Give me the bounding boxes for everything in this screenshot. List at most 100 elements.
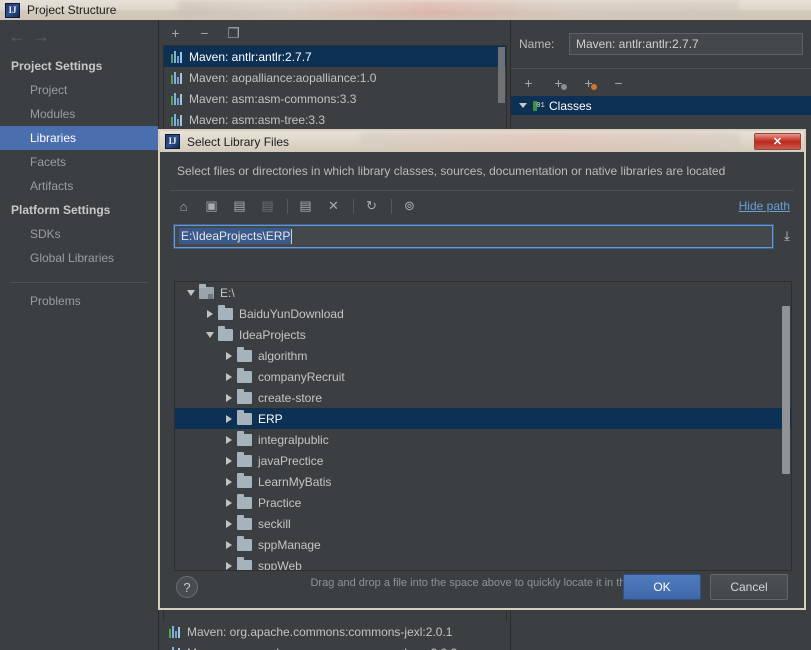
sidebar-item-modules[interactable]: Modules	[0, 102, 158, 126]
javadoc-dot-icon	[591, 83, 597, 90]
library-list-item[interactable]: Maven: aopalliance:aopalliance:1.0	[164, 67, 506, 88]
close-icon[interactable]: ✕	[754, 133, 801, 150]
chevron-down-icon[interactable]	[519, 103, 527, 108]
intellij-idea-icon: IJ	[165, 134, 180, 149]
intellij-idea-icon: IJ	[5, 2, 20, 18]
select-library-files-dialog: IJ Select Library Files ✕ Select files o…	[158, 129, 806, 610]
folder-icon	[237, 367, 252, 383]
library-list-item[interactable]: Maven: asm:asm-tree:3.3	[164, 109, 506, 130]
chevron-right-icon[interactable]	[221, 477, 237, 486]
library-name-input[interactable]: Maven: antlr:antlr:2.7.7	[569, 33, 803, 55]
file-tree-scrollbar[interactable]	[782, 306, 790, 474]
back-arrow-icon[interactable]: ←	[6, 28, 28, 46]
chevron-right-icon[interactable]	[202, 309, 218, 318]
tree-item-integralpublic[interactable]: integralpublic	[175, 429, 791, 450]
tree-item-algorithm[interactable]: algorithm	[175, 345, 791, 366]
os-window-titlebar: IJ Project Structure	[0, 0, 811, 20]
tree-item-label: companyRecruit	[258, 369, 345, 384]
sidebar-item-project[interactable]: Project	[0, 78, 158, 102]
minus-glyph: −	[614, 74, 623, 91]
tree-item-learnmybatis[interactable]: LearnMyBatis	[175, 471, 791, 492]
desktop-icon[interactable]: ▣	[202, 197, 221, 216]
tree-item-label: create-store	[258, 390, 323, 405]
tree-item-companyrecruit[interactable]: companyRecruit	[175, 366, 791, 387]
library-list-item[interactable]: Maven: antlr:antlr:2.7.7	[164, 46, 506, 67]
chevron-right-icon[interactable]	[221, 456, 237, 465]
sidebar-item-libraries[interactable]: Libraries	[0, 126, 158, 150]
remove-library-button[interactable]: −	[197, 26, 212, 40]
add-library-button[interactable]: +	[168, 26, 183, 40]
tree-item-seckill[interactable]: seckill	[175, 513, 791, 534]
path-history-dropdown-icon[interactable]: ⤓	[780, 228, 794, 244]
dialog-description: Select files or directories in which lib…	[177, 164, 726, 178]
chevron-right-icon[interactable]	[221, 414, 237, 423]
path-input[interactable]: E:\IdeaProjects\ERP	[173, 223, 774, 249]
tree-item-label: E:\	[220, 285, 235, 300]
library-list-item[interactable]: Maven: asm:asm-commons:3.3	[164, 88, 506, 109]
jar-icon	[171, 71, 184, 84]
sidebar-group-project-settings: Project Settings	[11, 59, 103, 73]
add-javadoc-button[interactable]: +	[581, 75, 597, 91]
name-label: Name:	[519, 37, 555, 51]
tree-node-classes[interactable]: 01 Classes	[511, 96, 811, 115]
library-list-item[interactable]: Maven: org.apache.commons:commons-lang:2…	[162, 642, 510, 650]
file-tree[interactable]: E:\ BaiduYunDownload IdeaProjects algori…	[174, 281, 792, 571]
tree-item-ideaprojects[interactable]: IdeaProjects	[175, 324, 791, 345]
folder-icon	[237, 346, 252, 362]
sidebar-item-problems[interactable]: Problems	[0, 289, 158, 313]
help-button[interactable]: ?	[176, 576, 198, 598]
forward-arrow-icon[interactable]: →	[30, 28, 52, 46]
jar-icon	[171, 92, 184, 105]
chevron-right-icon[interactable]	[221, 498, 237, 507]
sidebar-item-facets[interactable]: Facets	[0, 150, 158, 174]
jar-icon	[169, 646, 182, 650]
sidebar-item-sdks[interactable]: SDKs	[0, 222, 158, 246]
tree-item-create-store[interactable]: create-store	[175, 387, 791, 408]
chevron-right-icon[interactable]	[221, 351, 237, 360]
folder-icon	[237, 451, 252, 467]
add-folder-icon[interactable]: ▤	[296, 197, 315, 216]
refresh-icon[interactable]: ↻	[362, 197, 381, 216]
show-hidden-files-icon[interactable]: ⊚	[400, 197, 419, 216]
copy-library-button[interactable]: ❐	[226, 26, 241, 40]
new-folder-icon: ▤	[261, 198, 274, 213]
library-label: Maven: asm:asm-tree:3.3	[189, 112, 326, 127]
titlebar-blur-overlay	[178, 1, 738, 18]
tree-item-sppmanage[interactable]: sppManage	[175, 534, 791, 555]
hide-path-link[interactable]: Hide path	[739, 199, 790, 213]
chevron-right-icon[interactable]	[221, 435, 237, 444]
delete-icon[interactable]: ✕	[324, 197, 343, 216]
library-label: Maven: aopalliance:aopalliance:1.0	[189, 70, 377, 85]
add-sources-button[interactable]: +	[551, 75, 567, 91]
remove-entry-button[interactable]: −	[611, 75, 626, 91]
tree-item-label: javaPrectice	[258, 453, 324, 468]
chevron-right-icon[interactable]	[221, 519, 237, 528]
chevron-right-icon[interactable]	[221, 393, 237, 402]
chevron-down-icon[interactable]	[183, 289, 199, 296]
sidebar-item-artifacts[interactable]: Artifacts	[0, 174, 158, 198]
library-list-item[interactable]: Maven: org.apache.commons:commons-jexl:2…	[162, 621, 510, 642]
tree-item-erp[interactable]: ERP	[175, 408, 791, 429]
chevron-down-icon[interactable]	[202, 331, 218, 338]
chevron-right-icon[interactable]	[221, 540, 237, 549]
tree-item-label: LearnMyBatis	[258, 474, 332, 489]
tree-item-javaprectice[interactable]: javaPrectice	[175, 450, 791, 471]
libraries-scrollbar[interactable]	[498, 47, 505, 103]
sidebar-item-global-libraries[interactable]: Global Libraries	[0, 246, 158, 270]
ok-button[interactable]: OK	[623, 574, 701, 600]
tree-item-practice[interactable]: Practice	[175, 492, 791, 513]
chevron-right-icon[interactable]	[221, 372, 237, 381]
home-icon[interactable]: ⌂	[174, 197, 193, 216]
folder-icon	[237, 514, 252, 530]
tree-item-label: IdeaProjects	[239, 327, 306, 342]
dialog-body: Select files or directories in which lib…	[160, 152, 804, 608]
compiled-classes-icon: 01	[532, 100, 545, 112]
open-folder-icon[interactable]: ▤	[230, 197, 249, 216]
tree-item-drive[interactable]: E:\	[175, 282, 791, 303]
add-classes-button[interactable]: +	[521, 75, 536, 91]
file-browser-toolbar: ⌂ ▣ ▤ ▤ ▤ ✕ ↻ ⊚ Hide path	[160, 191, 804, 221]
libraries-toolbar: + − ❐	[159, 20, 510, 45]
library-label: Maven: asm:asm-commons:3.3	[189, 91, 357, 106]
cancel-button[interactable]: Cancel	[710, 574, 788, 600]
tree-item-baiduyundownload[interactable]: BaiduYunDownload	[175, 303, 791, 324]
